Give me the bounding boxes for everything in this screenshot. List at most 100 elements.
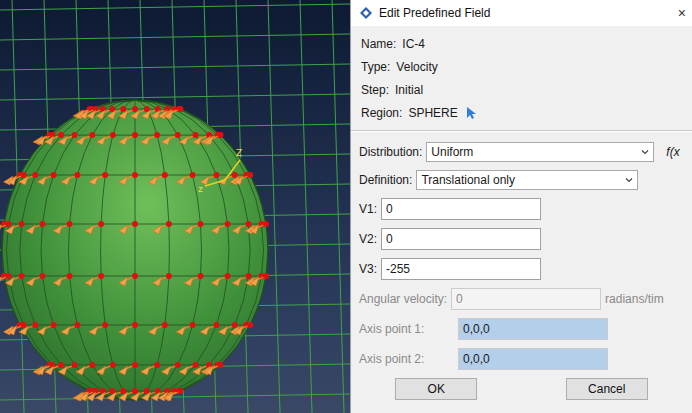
distribution-label: Distribution:: [359, 145, 422, 159]
triad-icon: Zz: [198, 148, 242, 194]
app-icon: [359, 6, 373, 20]
dropdown-arrow-icon: [639, 146, 651, 158]
velocity-arrow-icon: [97, 362, 116, 375]
velocity-arrow-icon: [97, 132, 116, 145]
info-value: Velocity: [396, 60, 437, 74]
info-value: IC-4: [402, 37, 425, 51]
velocity-arrow-icon: [119, 221, 138, 234]
velocity-arrow-icon: [38, 172, 57, 185]
velocity-arrow-icon: [59, 132, 78, 145]
velocity-label: V1:: [359, 202, 377, 216]
button-bar: OK Cancel: [351, 374, 692, 406]
velocity-arrow-icon: [6, 273, 25, 286]
velocity-arrow-icon: [87, 388, 106, 401]
velocity-label: V2:: [359, 232, 377, 246]
cancel-button[interactable]: Cancel: [566, 378, 648, 400]
info-value: Initial: [395, 83, 423, 97]
ok-button[interactable]: OK: [395, 378, 477, 400]
velocity-arrow-icon: [153, 221, 172, 234]
sphere[interactable]: [2, 100, 268, 400]
velocity-arrow-icon: [212, 221, 231, 234]
velocity-arrow-icon: [250, 221, 269, 234]
angular-velocity-input: 0: [451, 288, 601, 310]
velocity-arrow-icon: [119, 273, 138, 286]
distribution-select[interactable]: Uniform: [426, 142, 654, 162]
definition-row: Definition:Translational only: [351, 166, 692, 194]
velocity-arrow-icon: [184, 221, 203, 234]
velocity-arrow-icon: [162, 362, 181, 375]
velocity-arrow-icon: [141, 132, 160, 145]
velocity-arrow-icon: [4, 322, 23, 335]
velocity-arrow-icon: [250, 273, 269, 286]
function-button[interactable]: f(x: [666, 145, 679, 159]
velocity-arrow-icon: [36, 132, 55, 145]
velocity-arrow-icon: [162, 132, 181, 145]
viewport-panel[interactable]: Zz: [0, 0, 350, 413]
velocity-arrow-icon: [54, 273, 73, 286]
velocity-arrow-icon: [96, 106, 115, 119]
info-label: Name:: [361, 37, 396, 51]
velocity-arrow-icon: [119, 172, 138, 185]
velocity-arrow-icon: [164, 106, 183, 119]
info-row: Name: IC-4: [351, 32, 692, 55]
title-bar: Edit Predefined Field×: [351, 0, 692, 26]
svg-text:z: z: [198, 184, 203, 194]
velocity-arrow-icon: [204, 362, 223, 375]
velocity-row: V1: 0: [351, 194, 692, 224]
model-viewport[interactable]: Zz: [0, 0, 350, 413]
velocity-arrow-icon: [6, 221, 25, 234]
velocity-arrow-icon: [177, 322, 196, 335]
velocity-arrow-icon: [149, 172, 168, 185]
info-row: Step: Initial: [351, 78, 692, 101]
velocity-arrow-icon: [212, 273, 231, 286]
dialog-body: Name: IC-4 Type:Velocity Step: Initial Region…: [351, 26, 692, 413]
velocity-arrow-icon: [131, 106, 150, 119]
info-value: SPHERE: [408, 106, 457, 120]
definition-select[interactable]: Translational only: [416, 170, 638, 190]
velocity-arrow-icon: [164, 388, 183, 401]
velocity-input[interactable]: 0: [381, 198, 541, 220]
velocity-row: V2: 0: [351, 224, 692, 254]
velocity-arrow-icon: [76, 132, 95, 145]
velocity-input[interactable]: -255: [381, 258, 541, 280]
info-row: Type:Velocity: [351, 55, 692, 78]
velocity-arrow-icon: [184, 273, 203, 286]
velocity-arrow-icon: [76, 362, 95, 375]
velocity-arrow-icon: [246, 273, 265, 286]
angular-unit: radians/tim: [605, 292, 664, 306]
velocity-arrow-icon: [230, 322, 249, 335]
velocity-label: V3:: [359, 262, 377, 276]
angular-velocity-row: Angular velocity: 0 radians/tim: [351, 284, 692, 314]
velocity-arrow-icon: [19, 322, 38, 335]
velocity-arrow-icon: [38, 322, 57, 335]
svg-text:Z: Z: [236, 148, 242, 158]
axis-point-label: Axis point 1:: [359, 322, 454, 336]
axis-point-label: Axis point 2:: [359, 352, 454, 366]
velocity-arrow-icon: [158, 388, 177, 401]
screen: Zz Edit Predefined Field× Name: IC-4 Type:Ve…: [0, 0, 692, 413]
velocity-arrow-icon: [142, 388, 161, 401]
velocity-arrow-icon: [85, 273, 104, 286]
velocity-arrow-icon: [119, 322, 138, 335]
velocity-arrow-icon: [61, 172, 80, 185]
velocity-arrow-icon: [4, 172, 23, 185]
velocity-arrow-icon: [59, 362, 78, 375]
axis-point-row: Axis point 2:0,0,0: [351, 344, 692, 374]
velocity-arrow-icon: [89, 322, 108, 335]
velocity-arrow-icon: [141, 362, 160, 375]
velocity-arrow-icon: [26, 221, 45, 234]
info-label: Step:: [361, 83, 389, 97]
edit-predefined-field-dialog: Edit Predefined Field× Name: IC-4 Type:Velo…: [350, 0, 692, 413]
close-button[interactable]: ×: [678, 5, 686, 21]
angular-velocity-label: Angular velocity:: [359, 292, 447, 306]
velocity-arrow-icon: [54, 221, 73, 234]
velocity-arrow-icon: [85, 221, 104, 234]
velocity-input[interactable]: 0: [381, 228, 541, 250]
select-arrow-icon[interactable]: [464, 106, 478, 120]
velocity-arrow-icon: [153, 273, 172, 286]
info-row: Region:SPHERE: [351, 101, 692, 124]
velocity-arrow-icon: [204, 132, 223, 145]
velocity-arrow-icon: [19, 172, 38, 185]
velocity-arrow-icon: [36, 362, 55, 375]
velocity-arrow-icon: [230, 172, 249, 185]
